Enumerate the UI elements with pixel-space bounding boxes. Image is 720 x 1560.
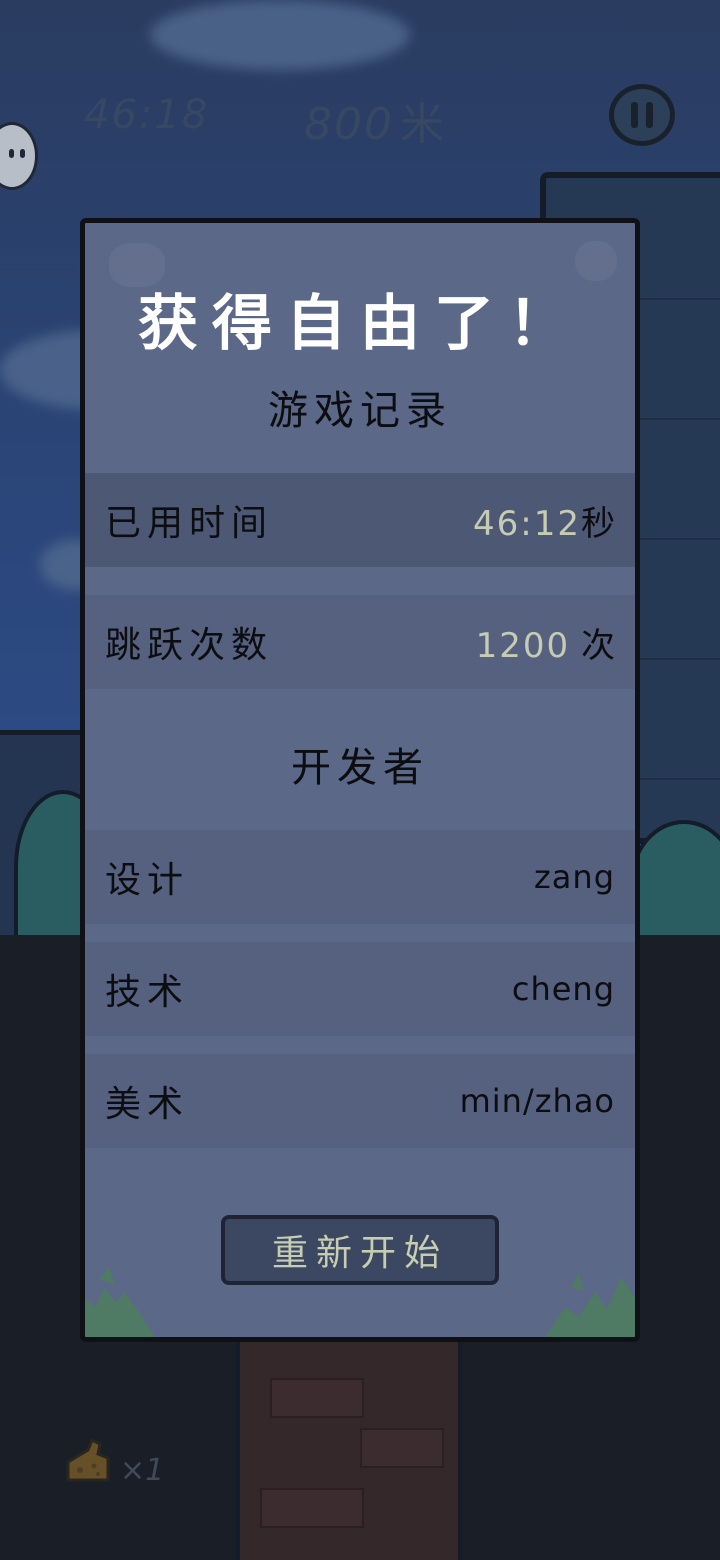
credit-name: min/zhao	[459, 1082, 615, 1120]
credits-heading: 开发者	[291, 745, 429, 791]
credit-name: zang	[534, 858, 615, 896]
credit-row-design: 设计 zang	[85, 830, 635, 924]
stat-value: 1200 次	[475, 625, 615, 666]
credit-row-tech: 技术 cheng	[85, 942, 635, 1036]
stats-heading: 游戏记录	[268, 388, 452, 434]
credit-row-art: 美术 min/zhao	[85, 1054, 635, 1148]
credit-role: 技术	[105, 972, 190, 1013]
credit-role: 美术	[105, 1084, 190, 1125]
stat-row-time: 已用时间 46:12秒	[85, 473, 635, 567]
result-dialog: 获得自由了！ 游戏记录 已用时间 46:12秒 跳跃次数 1200 次 开发者 …	[80, 218, 640, 1342]
stat-label: 跳跃次数	[105, 625, 274, 666]
credit-role: 设计	[105, 860, 190, 901]
stat-row-jumps: 跳跃次数 1200 次	[85, 595, 635, 689]
grass-decoration	[85, 1267, 635, 1337]
stat-value: 46:12秒	[473, 503, 615, 544]
dialog-title: 获得自由了！	[138, 289, 582, 359]
stat-label: 已用时间	[105, 503, 274, 544]
credit-name: cheng	[511, 970, 615, 1008]
